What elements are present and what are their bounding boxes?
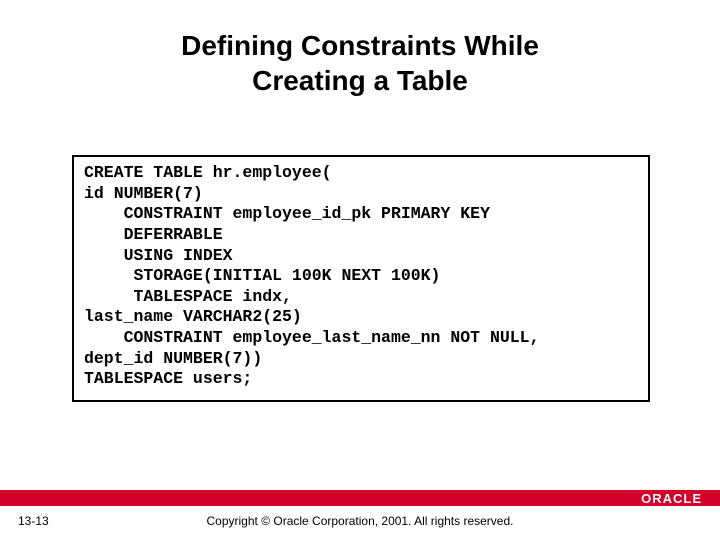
code-line: CREATE TABLE hr.employee( xyxy=(84,163,332,182)
code-block: CREATE TABLE hr.employee( id NUMBER(7) C… xyxy=(84,163,638,390)
slide: Defining Constraints While Creating a Ta… xyxy=(0,0,720,540)
code-box: CREATE TABLE hr.employee( id NUMBER(7) C… xyxy=(72,155,650,402)
code-line: CONSTRAINT employee_last_name_nn NOT NUL… xyxy=(84,328,539,347)
footer-red-stripe: ORACLE xyxy=(0,490,720,506)
code-line: TABLESPACE indx, xyxy=(84,287,292,306)
code-line: id NUMBER(7) xyxy=(84,184,203,203)
code-line: DEFERRABLE xyxy=(84,225,223,244)
code-line: last_name VARCHAR2(25) xyxy=(84,307,302,326)
code-line: USING INDEX xyxy=(84,246,233,265)
code-line: CONSTRAINT employee_id_pk PRIMARY KEY xyxy=(84,204,490,223)
title-line-1: Defining Constraints While xyxy=(181,30,539,61)
code-line: dept_id NUMBER(7)) xyxy=(84,349,262,368)
footer: ORACLE 13-13 Copyright © Oracle Corporat… xyxy=(0,490,720,540)
slide-title: Defining Constraints While Creating a Ta… xyxy=(0,28,720,98)
oracle-logo: ORACLE xyxy=(641,490,702,506)
code-line: TABLESPACE users; xyxy=(84,369,252,388)
copyright-text: Copyright © Oracle Corporation, 2001. Al… xyxy=(0,514,720,528)
code-line: STORAGE(INITIAL 100K NEXT 100K) xyxy=(84,266,440,285)
oracle-logo-text: ORACLE xyxy=(641,491,702,506)
title-line-2: Creating a Table xyxy=(252,65,468,96)
